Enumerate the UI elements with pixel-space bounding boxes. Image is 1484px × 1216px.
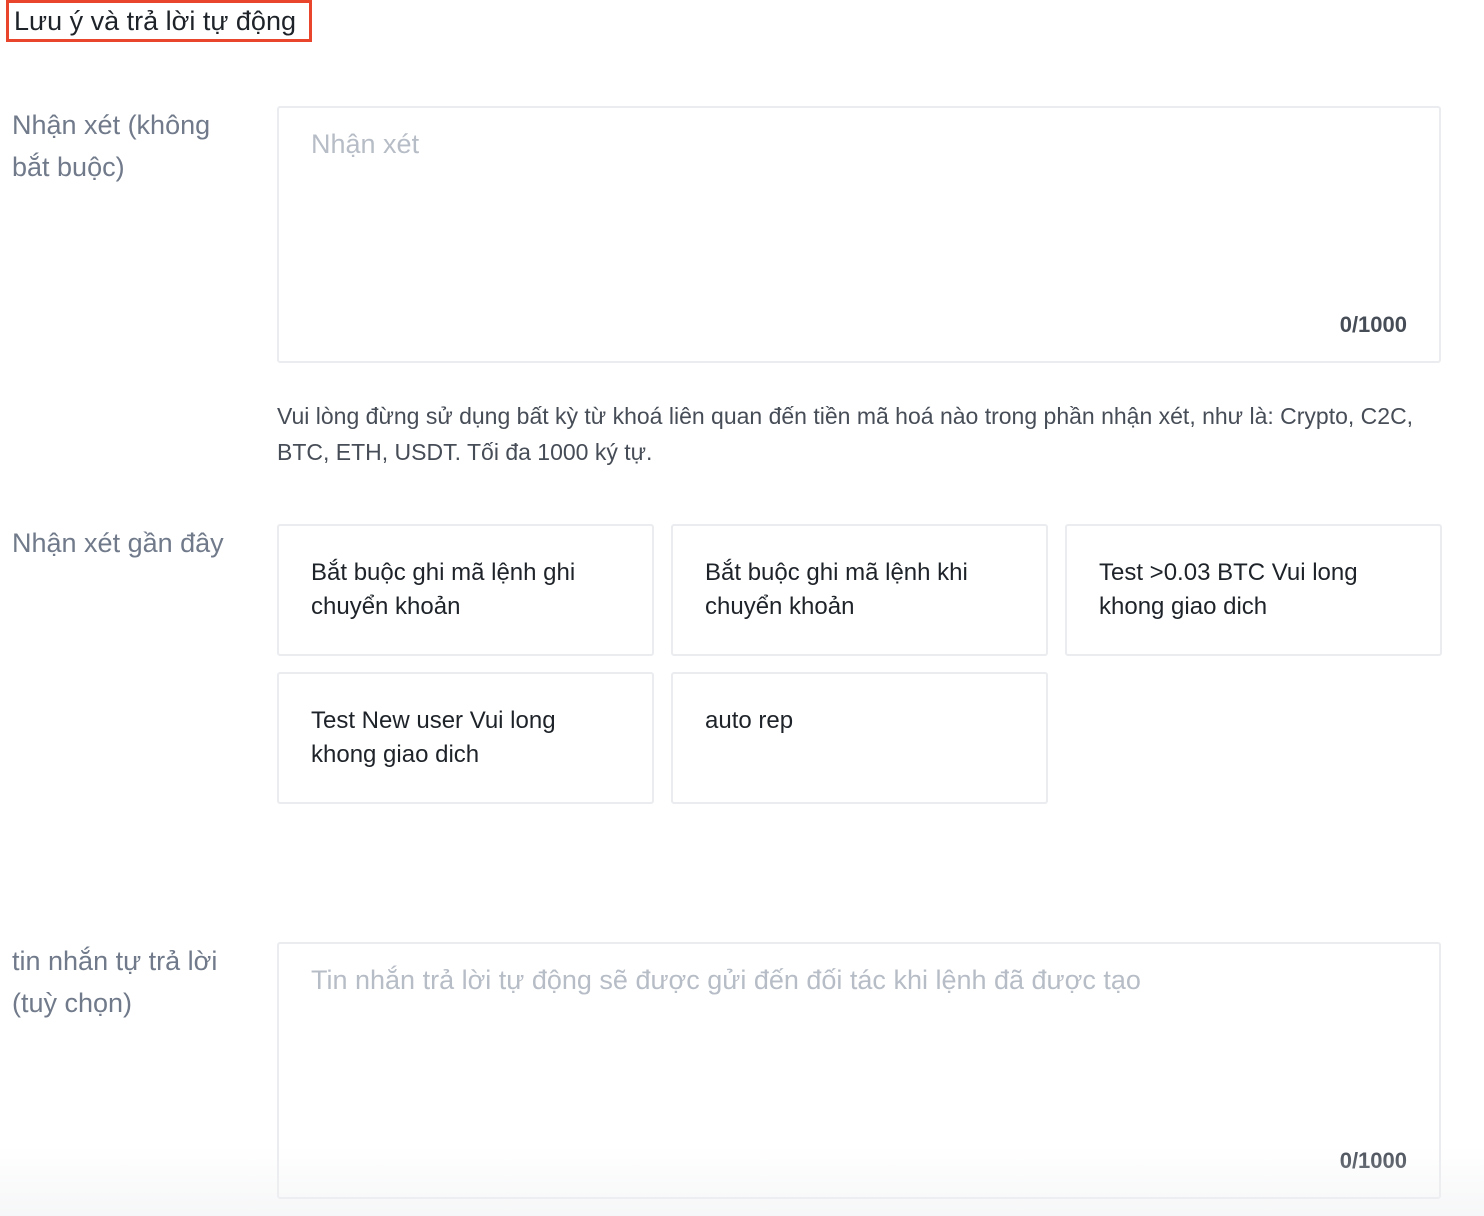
section-title: Lưu ý và trả lời tự động (6, 0, 312, 42)
auto-reply-char-counter: 0/1000 (1339, 1148, 1407, 1173)
remarks-autoreply-page: Lưu ý và trả lời tự động Nhận xét (không… (0, 0, 1484, 1216)
auto-reply-textarea-container: 0/1000 (277, 942, 1441, 1199)
remarks-label: Nhận xét (không bắt buộc) (12, 110, 211, 182)
recent-remark-chip[interactable]: Bắt buộc ghi mã lệnh ghi chuyển khoản (277, 524, 654, 656)
auto-reply-label: tin nhắn tự trả lời (tuỳ chọn) (12, 946, 218, 1018)
remarks-hint: Vui lòng đừng sử dụng bất kỳ từ khoá liê… (277, 403, 1414, 465)
auto-reply-textarea[interactable] (311, 962, 1391, 1142)
recent-remark-chip[interactable]: Test New user Vui long khong giao dich (277, 672, 654, 804)
recent-remark-chip[interactable]: auto rep (671, 672, 1048, 804)
recent-remarks-label: Nhận xét gần đây (12, 528, 224, 558)
recent-remark-chip[interactable]: Test >0.03 BTC Vui long khong giao dich (1065, 524, 1442, 656)
recent-remark-chip[interactable]: Bắt buộc ghi mã lệnh khi chuyển khoản (671, 524, 1048, 656)
remarks-char-counter: 0/1000 (1339, 312, 1407, 337)
remarks-textarea-container: 0/1000 (277, 106, 1441, 363)
remarks-textarea[interactable] (311, 126, 1391, 306)
